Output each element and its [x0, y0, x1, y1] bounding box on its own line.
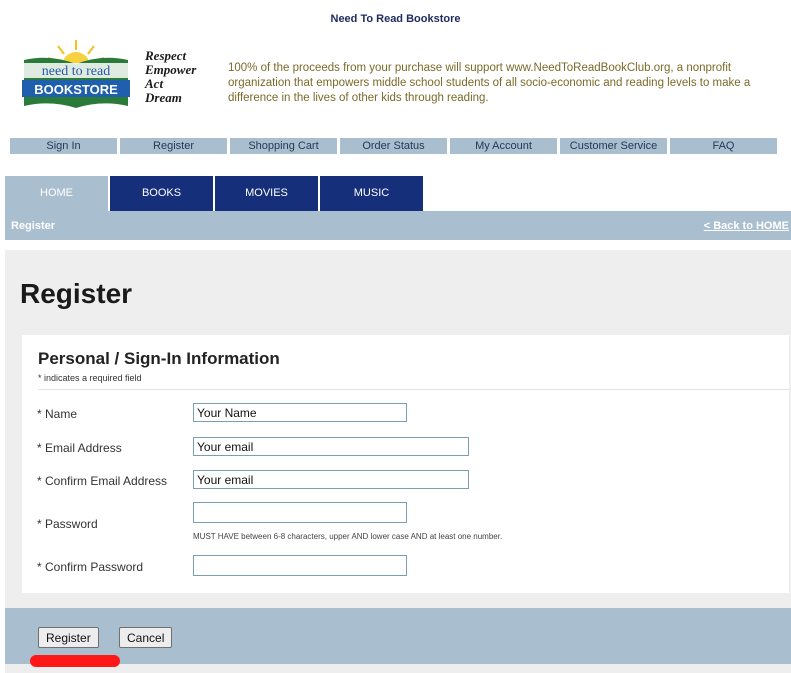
- tab-music[interactable]: MUSIC: [320, 176, 423, 211]
- motto-line: Empower: [145, 62, 197, 77]
- bookstore-logo: need to read BOOKSTORE: [20, 40, 132, 108]
- email-input[interactable]: [193, 437, 469, 456]
- password-input[interactable]: [193, 502, 407, 523]
- topnav-shopping-cart[interactable]: Shopping Cart: [230, 138, 340, 154]
- confirm-password-input[interactable]: [193, 555, 407, 576]
- breadcrumb-bar: Register < Back to HOME: [5, 211, 791, 240]
- sign-in-info-panel: Personal / Sign-In Information * indicat…: [22, 335, 789, 593]
- confirm-password-label: * Confirm Password: [37, 560, 144, 574]
- store-title: Need To Read Bookstore: [330, 13, 461, 25]
- mission-statement: 100% of the proceeds from your purchase …: [228, 62, 751, 104]
- breadcrumb-current: Register: [11, 220, 56, 232]
- name-label: * Name: [37, 407, 78, 421]
- topnav-register[interactable]: Register: [120, 138, 230, 154]
- logo-text-top: need to read: [42, 64, 110, 79]
- email-label: * Email Address: [37, 441, 122, 455]
- password-label: * Password: [37, 517, 98, 531]
- logo-text-bottom: BOOKSTORE: [34, 82, 118, 97]
- motto-line: Dream: [145, 90, 182, 105]
- required-note: * indicates a required field: [38, 373, 142, 383]
- confirm-email-input[interactable]: [193, 470, 469, 489]
- topnav-faq[interactable]: FAQ: [670, 138, 777, 154]
- register-button[interactable]: Register: [38, 627, 99, 648]
- section-divider: [38, 389, 789, 390]
- cancel-button[interactable]: Cancel: [119, 627, 173, 648]
- topnav-my-account[interactable]: My Account: [450, 138, 560, 154]
- main-content: Register Personal / Sign-In Information …: [5, 250, 791, 673]
- tab-home[interactable]: HOME: [5, 176, 108, 211]
- section-title: Personal / Sign-In Information: [38, 349, 280, 368]
- red-highlight-mark: [30, 655, 120, 667]
- motto: Respect Empower Act Dream: [145, 49, 196, 105]
- page-title: Register: [20, 278, 133, 309]
- back-to-home-link[interactable]: < Back to HOME: [704, 220, 789, 232]
- tab-movies[interactable]: MOVIES: [215, 176, 318, 211]
- password-hint: MUST HAVE between 6-8 characters, upper …: [193, 532, 503, 541]
- motto-line: Act: [145, 76, 164, 91]
- action-bar: Register Cancel: [5, 608, 791, 664]
- topnav-sign-in[interactable]: Sign In: [10, 138, 120, 154]
- tab-books[interactable]: BOOKS: [110, 176, 213, 211]
- top-nav: Sign In Register Shopping Cart Order Sta…: [10, 138, 777, 154]
- motto-line: Respect: [145, 48, 187, 63]
- confirm-email-label: * Confirm Email Address: [37, 474, 168, 488]
- topnav-customer-service[interactable]: Customer Service: [560, 138, 670, 154]
- topnav-order-status[interactable]: Order Status: [340, 138, 450, 154]
- name-input[interactable]: [193, 403, 407, 422]
- main-nav-tabs: HOME BOOKS MOVIES MUSIC: [5, 176, 425, 211]
